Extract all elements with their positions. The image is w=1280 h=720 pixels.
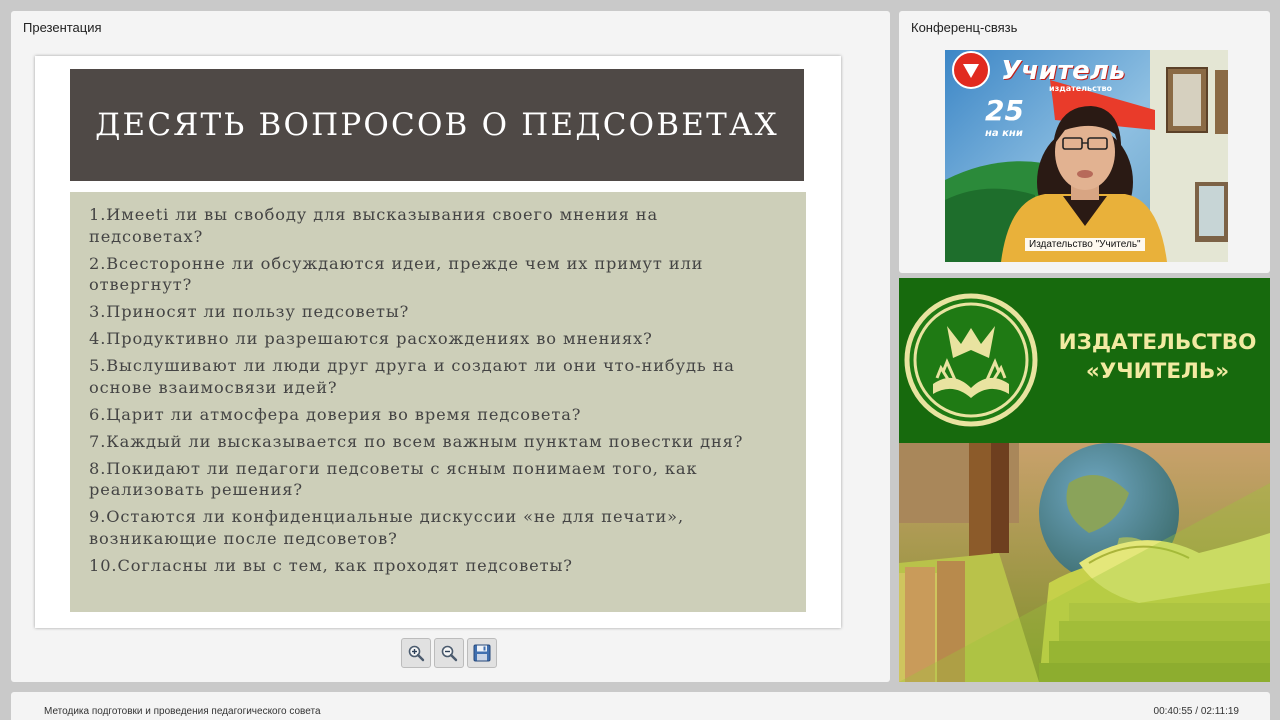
publisher-logo-icon bbox=[904, 293, 1038, 427]
slide-question-list: 1.Имееti ли вы свободу для высказывания … bbox=[70, 192, 806, 612]
zoom-out-button[interactable] bbox=[434, 638, 464, 668]
slide-question-line: основе взаимосвязи идей? bbox=[89, 377, 338, 397]
video-backdrop-tagline: на кни bbox=[985, 128, 1023, 139]
slide-question-line: возникающие после педсоветов? bbox=[89, 528, 398, 548]
video-backdrop-sub: издательство bbox=[1049, 84, 1113, 93]
slide-question-line: 3.Приносят ли пользу педсоветы? bbox=[89, 302, 410, 321]
floppy-disk-icon bbox=[473, 644, 491, 662]
slide-question: 1.Имееti ли вы свободу для высказывания … bbox=[89, 204, 788, 247]
playback-timecode: 00:40:55 / 02:11:19 bbox=[1153, 706, 1239, 717]
slide-question-line: 8.Покидают ли педагоги педсоветы с ясным… bbox=[89, 458, 698, 478]
slide-header: ДЕСЯТЬ ВОПРОСОВ О ПЕДСОВЕТАХ bbox=[70, 69, 804, 181]
slide-question: 8.Покидают ли педагоги педсоветы с ясным… bbox=[89, 458, 788, 501]
slide-question-line: 9.Остаются ли конфиденциальные дискуссии… bbox=[89, 507, 685, 526]
slide-question: 9.Остаются ли конфиденциальные дискуссии… bbox=[89, 506, 788, 549]
conference-panel-title: Конференц-связь bbox=[911, 20, 1018, 35]
speaker-name-label: Издательство "Учитель" bbox=[1025, 238, 1145, 251]
video-backdrop-brand: Учитель bbox=[1001, 56, 1126, 86]
slide-question: 6.Царит ли атмосфера доверия во время пе… bbox=[89, 404, 788, 426]
video-backdrop-years: 25 bbox=[985, 94, 1024, 127]
publisher-banner: ИЗДАТЕЛЬСТВО «УЧИТЕЛЬ» bbox=[899, 278, 1270, 682]
slide-question-line: 7.Каждый ли высказывается по всем важным… bbox=[89, 431, 744, 451]
publisher-name-line2: «УЧИТЕЛЬ» bbox=[1085, 359, 1230, 384]
slide-question: 2.Всесторонне ли обсуждаются идеи, прежд… bbox=[89, 253, 788, 296]
slide-question-line: отвергнут? bbox=[89, 275, 193, 294]
zoom-in-icon bbox=[408, 645, 425, 662]
slide-question: 4.Продуктивно ли разрешаются расхождения… bbox=[89, 328, 788, 350]
presentation-panel-title: Презентация bbox=[23, 20, 102, 35]
zoom-out-icon bbox=[441, 645, 458, 662]
slide-question-line: педсоветах? bbox=[89, 226, 204, 246]
slide-question-line: 2.Всесторонне ли обсуждаются идеи, прежд… bbox=[89, 253, 704, 273]
publisher-name: ИЗДАТЕЛЬСТВО «УЧИТЕЛЬ» bbox=[1050, 328, 1265, 386]
publisher-name-line1: ИЗДАТЕЛЬСТВО bbox=[1058, 330, 1257, 355]
zoom-in-button[interactable] bbox=[401, 638, 431, 668]
slide-question-line: 6.Царит ли атмосфера доверия во время пе… bbox=[89, 404, 582, 424]
save-button[interactable] bbox=[467, 638, 497, 668]
slide-question: 3.Приносят ли пользу педсоветы? bbox=[89, 301, 788, 323]
slide-question: 10.Согласны ли вы с тем, как проходят пе… bbox=[89, 555, 788, 577]
slide-title: ДЕСЯТЬ ВОПРОСОВ О ПЕДСОВЕТАХ bbox=[95, 107, 779, 143]
course-title: Методика подготовки и проведения педагог… bbox=[44, 706, 321, 717]
presentation-panel: Презентация ДЕСЯТЬ ВОПРОСОВ О ПЕДСОВЕТАХ… bbox=[11, 11, 890, 682]
slide-question-line: 10.Согласны ли вы с тем, как проходят пе… bbox=[89, 555, 573, 575]
publisher-banner-header: ИЗДАТЕЛЬСТВО «УЧИТЕЛЬ» bbox=[899, 278, 1270, 443]
books-and-globe-image bbox=[899, 443, 1270, 682]
slide-question-line: 4.Продуктивно ли разрешаются расхождения… bbox=[89, 329, 653, 348]
slide-question: 5.Выслушивают ли люди друг друга и созда… bbox=[89, 355, 788, 398]
presentation-toolbar bbox=[401, 638, 497, 668]
total-time: 02:11:19 bbox=[1200, 706, 1239, 717]
footer-bar: Методика подготовки и проведения педагог… bbox=[11, 692, 1270, 720]
slide-question: 7.Каждый ли высказывается по всем важным… bbox=[89, 431, 788, 453]
slide: ДЕСЯТЬ ВОПРОСОВ О ПЕДСОВЕТАХ 1.Имееti ли… bbox=[35, 56, 841, 628]
slide-question-line: 1.Имееti ли вы свободу для высказывания … bbox=[89, 205, 659, 224]
elapsed-time: 00:40:55 bbox=[1153, 706, 1193, 717]
conference-panel: Конференц-связь Учитель издательство 25 … bbox=[899, 11, 1270, 273]
speaker-video[interactable]: Учитель издательство 25 на кни Издательс… bbox=[945, 50, 1228, 262]
slide-question-line: реализовать решения? bbox=[89, 480, 303, 499]
slide-question-line: 5.Выслушивают ли люди друг друга и созда… bbox=[89, 356, 735, 375]
